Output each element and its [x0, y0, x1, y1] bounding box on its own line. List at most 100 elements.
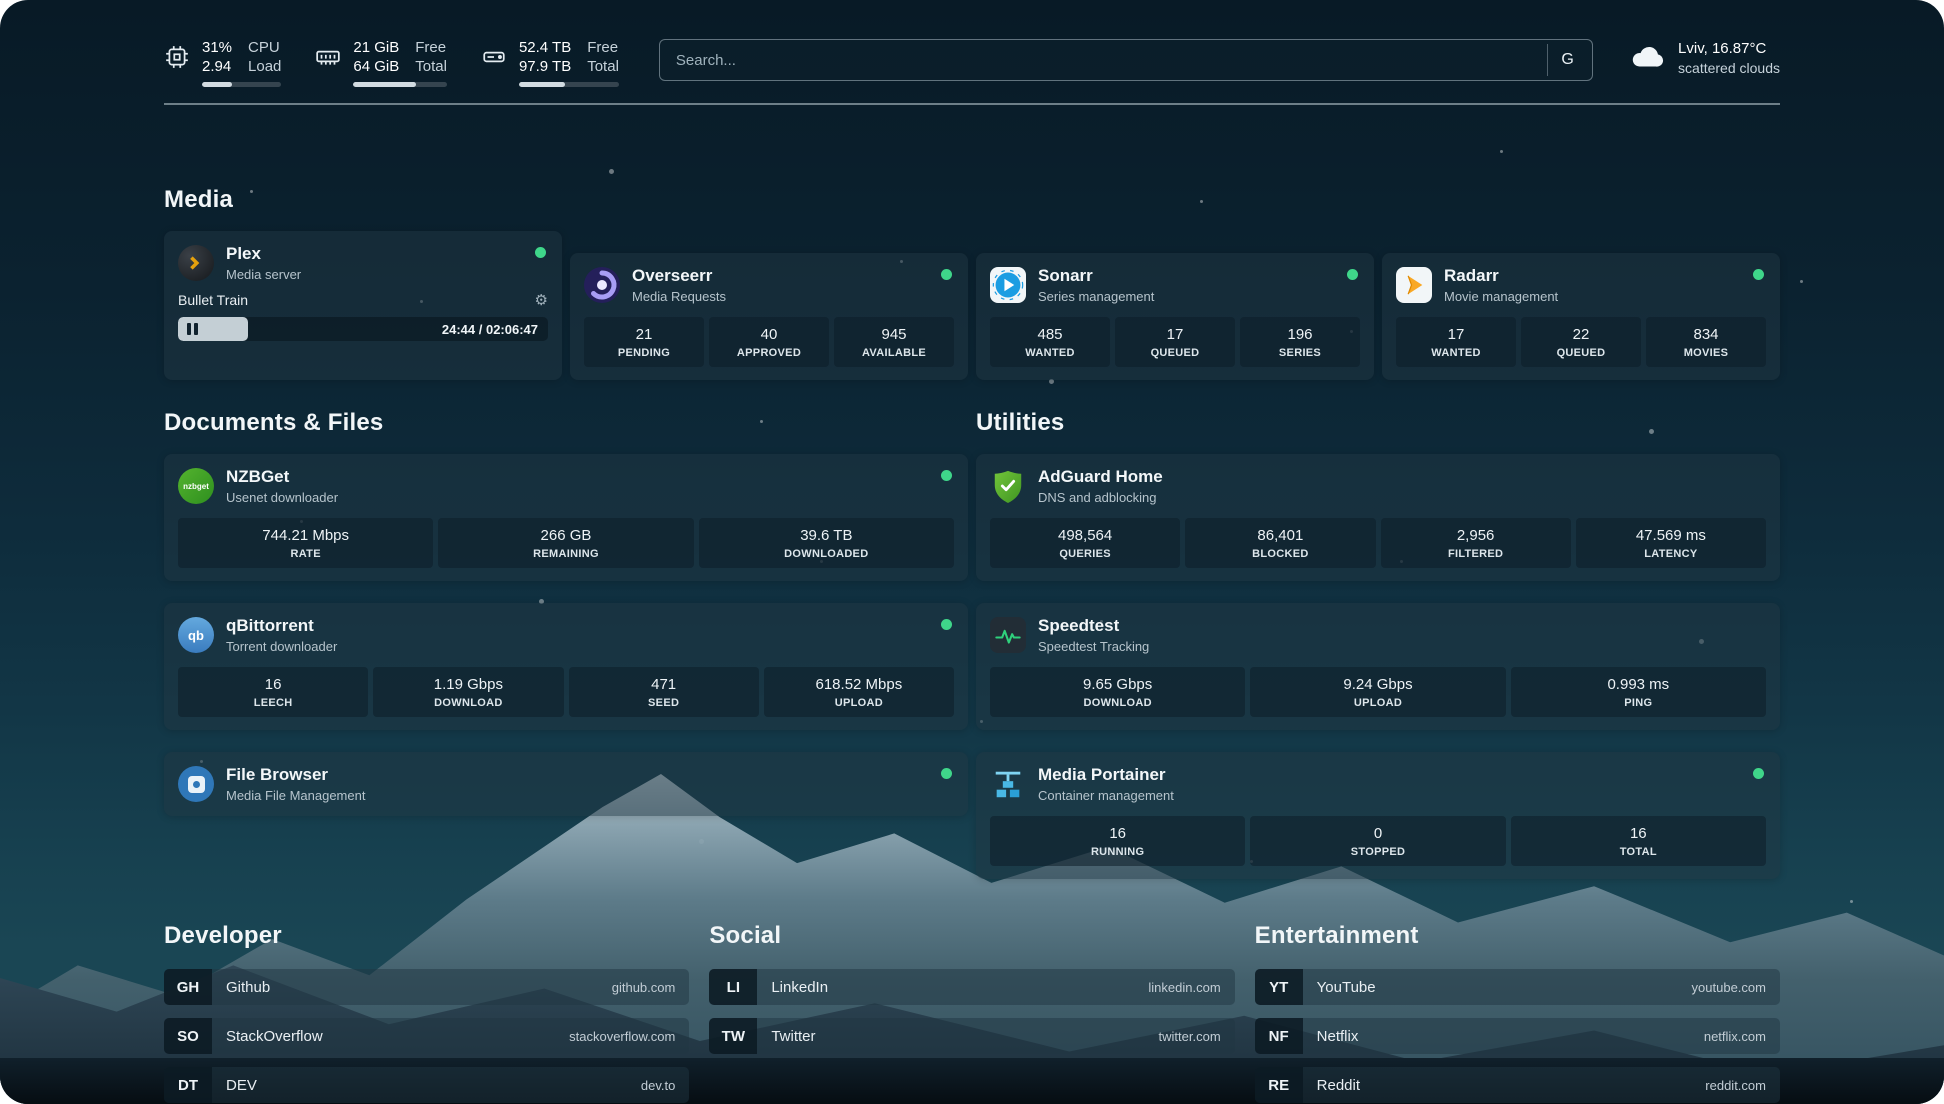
stat-series: 196 SERIES — [1240, 317, 1360, 367]
bookmark-name: DEV — [212, 1067, 257, 1103]
section-title-documents: Documents & Files — [164, 408, 968, 438]
playback-time: 24:44 / 02:06:47 — [442, 322, 538, 337]
radarr-icon — [1396, 267, 1432, 303]
stat-queries: 498,564 QUERIES — [990, 518, 1180, 568]
section-title-entertainment: Entertainment — [1255, 921, 1780, 951]
bookmark-group-entertainment: Entertainment YT YouTube youtube.com NF … — [1255, 921, 1780, 1104]
overseerr-icon — [584, 267, 620, 303]
bookmark-dev[interactable]: DT DEV dev.to — [164, 1067, 689, 1103]
stat-label: DOWNLOAD — [994, 697, 1241, 709]
stat-value: 0.993 ms — [1515, 676, 1762, 693]
nzbget-icon: nzbget — [178, 468, 214, 504]
bookmark-abbr: SO — [164, 1018, 212, 1054]
cpu-load-value: 2.94 — [202, 57, 232, 76]
stat-rate: 744.21 Mbps RATE — [178, 518, 433, 568]
bookmark-stackoverflow[interactable]: SO StackOverflow stackoverflow.com — [164, 1018, 689, 1054]
stat-approved: 40 APPROVED — [709, 317, 829, 367]
service-name: Sonarr — [1038, 266, 1154, 286]
bookmark-youtube[interactable]: YT YouTube youtube.com — [1255, 969, 1780, 1005]
service-card-overseerr[interactable]: Overseerr Media Requests 21 PENDING 40 A… — [570, 253, 968, 380]
service-description: Series management — [1038, 289, 1154, 304]
stat-remaining: 266 GB REMAINING — [438, 518, 693, 568]
cloud-icon — [1629, 41, 1665, 76]
section-title-media: Media — [164, 185, 1780, 215]
playback-progress-bar[interactable]: 24:44 / 02:06:47 — [178, 317, 548, 341]
bookmark-github[interactable]: GH Github github.com — [164, 969, 689, 1005]
disk-free-label: Free — [587, 38, 619, 57]
sonarr-icon — [990, 267, 1026, 303]
bookmark-twitter[interactable]: TW Twitter twitter.com — [709, 1018, 1234, 1054]
now-playing-title: Bullet Train — [178, 292, 248, 308]
service-card-radarr[interactable]: Radarr Movie management 17 WANTED 22 QUE… — [1382, 253, 1780, 380]
service-description: Media Requests — [632, 289, 726, 304]
service-name: AdGuard Home — [1038, 467, 1163, 487]
service-card-file-browser[interactable]: File Browser Media File Management — [164, 752, 968, 816]
service-meta: File Browser Media File Management — [226, 765, 365, 803]
cpu-progress-fill — [202, 82, 232, 87]
memory-progress-bar — [353, 82, 447, 87]
bookmark-domain: dev.to — [641, 1067, 689, 1103]
search-bar[interactable]: G — [659, 39, 1593, 81]
weather-location: Lviv, 16.87°C — [1678, 40, 1780, 57]
cpu-load-label: Load — [248, 57, 281, 76]
service-card-plex[interactable]: Plex Media server Bullet Train ⚙ 24:44 / — [164, 231, 562, 380]
stat-value: 834 — [1650, 326, 1762, 343]
stat-label: UPLOAD — [768, 697, 950, 709]
service-card-sonarr[interactable]: Sonarr Series management 485 WANTED 17 Q… — [976, 253, 1374, 380]
nzbget-icon-text: nzbget — [183, 482, 209, 491]
stat-label: RUNNING — [994, 846, 1241, 858]
memory-widget: 21 GiB 64 GiB Free Total — [315, 38, 447, 87]
file-browser-icon — [178, 766, 214, 802]
bookmark-netflix[interactable]: NF Netflix netflix.com — [1255, 1018, 1780, 1054]
service-name: Speedtest — [1038, 616, 1149, 636]
gear-icon[interactable]: ⚙ — [535, 291, 548, 309]
bookmark-linkedin[interactable]: LI LinkedIn linkedin.com — [709, 969, 1234, 1005]
service-card-nzbget[interactable]: nzbget NZBGet Usenet downloader 744.21 M… — [164, 454, 968, 581]
stat-leech: 16 LEECH — [178, 667, 368, 717]
cpu-icon — [164, 44, 190, 70]
search-provider-button[interactable]: G — [1547, 44, 1587, 76]
top-bar: 31% 2.94 CPU Load — [164, 38, 1780, 87]
bookmark-name: StackOverflow — [212, 1018, 323, 1054]
stat-downloaded: 39.6 TB DOWNLOADED — [699, 518, 954, 568]
stat-value: 21 — [588, 326, 700, 343]
section-media: Media Plex Media server — [164, 185, 1780, 380]
search-input[interactable] — [676, 52, 1547, 69]
memory-free-label: Free — [415, 38, 447, 57]
stat-wanted: 17 WANTED — [1396, 317, 1516, 367]
stat-value: 9.65 Gbps — [994, 676, 1241, 693]
stat-value: 16 — [182, 676, 364, 693]
stat-value: 9.24 Gbps — [1254, 676, 1501, 693]
section-title-social: Social — [709, 921, 1234, 951]
stat-label: REMAINING — [442, 548, 689, 560]
service-card-media-portainer[interactable]: Media Portainer Container management 16 … — [976, 752, 1780, 879]
bookmark-reddit[interactable]: RE Reddit reddit.com — [1255, 1067, 1780, 1103]
bookmark-domain: twitter.com — [1159, 1018, 1235, 1054]
stat-queued: 22 QUEUED — [1521, 317, 1641, 367]
memory-progress-fill — [353, 82, 416, 87]
service-meta: Radarr Movie management — [1444, 266, 1558, 304]
service-name: NZBGet — [226, 467, 338, 487]
service-meta: qBittorrent Torrent downloader — [226, 616, 337, 654]
bookmark-abbr: NF — [1255, 1018, 1303, 1054]
status-dot — [941, 269, 952, 280]
disk-progress-bar — [519, 82, 619, 87]
portainer-icon — [990, 766, 1026, 802]
service-description: Torrent downloader — [226, 639, 337, 654]
stat-label: DOWNLOAD — [377, 697, 559, 709]
service-card-adguard-home[interactable]: AdGuard Home DNS and adblocking 498,564 … — [976, 454, 1780, 581]
stat-label: LATENCY — [1580, 548, 1762, 560]
pause-icon[interactable] — [187, 323, 198, 335]
stat-stopped: 0 STOPPED — [1250, 816, 1505, 866]
bookmark-group-social: Social LI LinkedIn linkedin.com TW Twitt… — [709, 921, 1234, 1104]
service-card-qbittorrent[interactable]: qb qBittorrent Torrent downloader 16 LEE… — [164, 603, 968, 730]
adguard-icon — [990, 468, 1026, 504]
bookmark-domain: netflix.com — [1704, 1018, 1780, 1054]
service-card-speedtest[interactable]: Speedtest Speedtest Tracking 9.65 Gbps D… — [976, 603, 1780, 730]
stat-value: 471 — [573, 676, 755, 693]
disk-free-value: 52.4 TB — [519, 38, 571, 57]
bookmark-domain: stackoverflow.com — [569, 1018, 689, 1054]
stat-label: STOPPED — [1254, 846, 1501, 858]
service-description: DNS and adblocking — [1038, 490, 1163, 505]
service-name: Media Portainer — [1038, 765, 1174, 785]
